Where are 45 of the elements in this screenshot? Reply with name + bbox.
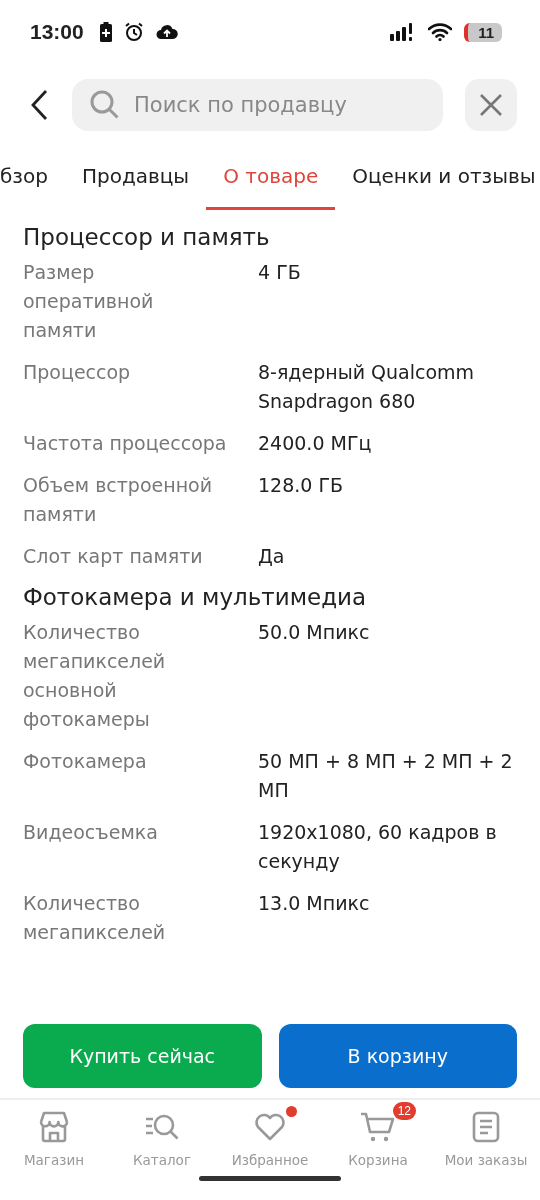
section-title: Фотокамера и мультимедиа <box>23 584 368 612</box>
spec-label: Объем встроенной памяти <box>23 473 214 527</box>
nav-item[interactable]: Мои заказы <box>432 1100 540 1168</box>
spec-label: Фотокамера <box>23 749 148 774</box>
spec-value: 8-ядерный Qualcomm Snapdragon 680 <box>258 360 476 414</box>
spec-value: 128.0 ГБ <box>258 473 345 498</box>
spec-label: Процессор <box>23 360 132 385</box>
search-icon <box>89 89 121 121</box>
nav-item[interactable]: Магазин <box>0 1100 108 1168</box>
tab[interactable]: Продавцы <box>64 158 207 210</box>
buy-now-button[interactable]: Купить сейчас <box>23 1024 262 1088</box>
section-title: Процессор и память <box>23 224 271 252</box>
cart-count-badge: 12 <box>392 1102 416 1120</box>
spec-label: Количество мегапикселей <box>23 891 167 945</box>
status-time: 13:00 <box>30 20 84 44</box>
battery-charging-icon <box>99 22 112 42</box>
nav-item[interactable]: Каталог <box>108 1100 216 1168</box>
tab[interactable]: О товаре <box>206 158 336 210</box>
add-to-cart-button[interactable]: В корзину <box>278 1024 517 1088</box>
nav-item[interactable]: 12 Корзина <box>324 1100 432 1168</box>
nav-item[interactable]: Избранное <box>216 1100 324 1168</box>
spec-label: Количество мегапикселей основной фотокамеры <box>23 620 167 732</box>
spec-label: Размер оперативной памяти <box>23 260 155 343</box>
spec-value: 1920x1080, 60 кадров в секунду <box>258 820 498 874</box>
store-icon <box>37 1110 71 1144</box>
close-icon <box>479 93 503 117</box>
back-icon[interactable] <box>30 89 50 121</box>
spec-value: 4 ГБ <box>258 260 302 285</box>
tab[interactable]: бзор <box>0 158 65 210</box>
tab[interactable]: Оценки и отзывы <box>335 158 540 210</box>
spec-label: Частота процессора <box>23 431 228 456</box>
alarm-clock-icon <box>123 22 144 42</box>
cloud-upload-icon <box>155 24 178 40</box>
spec-value: 50 МП + 8 МП + 2 МП + 2 МП <box>258 749 514 803</box>
spec-value: 50.0 Мпикс <box>258 620 371 645</box>
cart-icon <box>360 1110 396 1144</box>
spec-value: 2400.0 МГц <box>258 431 373 456</box>
spec-value: 13.0 Мпикс <box>258 891 371 916</box>
wifi-icon <box>428 23 453 41</box>
spec-value: Да <box>258 544 286 569</box>
battery-indicator: 11 <box>464 22 502 42</box>
search-field[interactable]: Поиск по продавцу <box>72 79 443 131</box>
spec-label: Видеосъемка <box>23 820 159 845</box>
close-button[interactable] <box>465 79 517 131</box>
spec-label: Слот карт памяти <box>23 544 204 569</box>
